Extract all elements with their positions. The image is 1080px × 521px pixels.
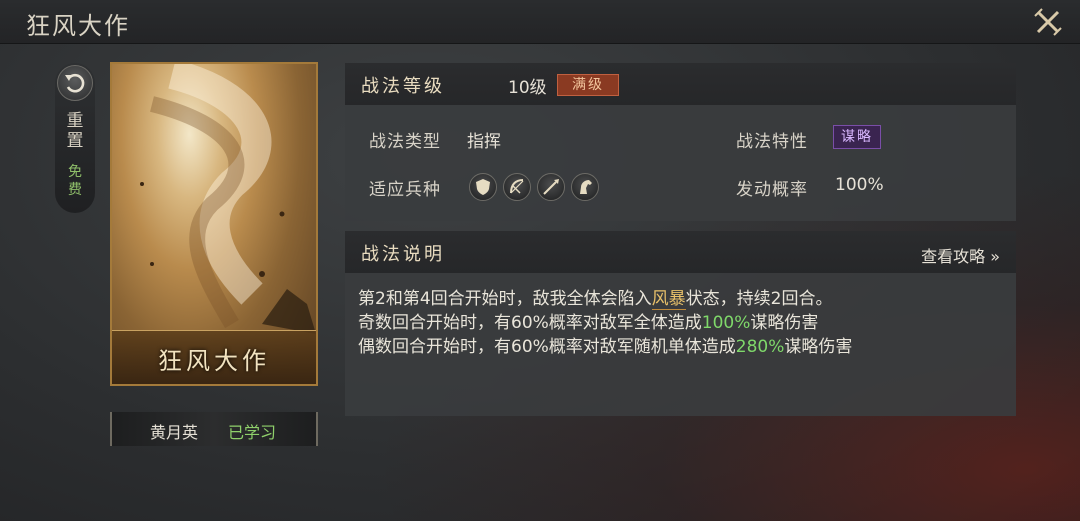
level-value: 10级 [508,78,547,98]
page-title: 狂风大作 [26,12,130,40]
close-icon[interactable] [1030,4,1066,40]
reset-icon [57,65,93,101]
card-illustration [140,64,316,334]
skill-info-panel: 战法等级 10级 满级 战法类型 指挥 战法特性 谋略 适应兵种 发动概率 10… [345,63,1016,221]
view-guide-link[interactable]: 查看攻略 » [921,243,1000,267]
free-label: 免 费 [55,163,95,199]
shield-icon [469,173,497,201]
damage-rate-2: 280% [735,337,785,357]
owner-name: 黄月英 [150,423,199,442]
level-title: 战法等级 [361,76,445,97]
storm-keyword[interactable]: 风暴 [651,289,686,310]
desc-line-1: 第2和第4回合开始时，敌我全体会陷入风暴状态，持续2回合。 [358,287,1008,311]
reset-label-2: 置 [66,131,84,151]
desc-line-1-b: 状态，持续2回合。 [685,289,833,309]
reset-button[interactable]: 重 置 免 费 [55,63,95,213]
free-label-1: 免 [68,164,82,180]
desc-line-2-b: 谋略伤害 [750,313,819,333]
spear-icon [537,173,565,201]
desc-line-3-b: 谋略伤害 [784,337,853,357]
chance-label: 发动概率 [736,180,808,200]
description-text: 第2和第4回合开始时，敌我全体会陷入风暴状态，持续2回合。 奇数回合开始时，有6… [358,287,1008,359]
damage-rate-1: 100% [701,313,751,333]
bow-icon [503,173,531,201]
description-panel: 战法说明 查看攻略 » 第2和第4回合开始时，敌我全体会陷入风暴状态，持续2回合… [345,231,1016,416]
trait-badge: 谋略 [833,125,881,149]
desc-line-3: 偶数回合开始时，有60%概率对敌军随机单体造成280%谋略伤害 [358,335,1008,359]
desc-line-1-a: 第2和第4回合开始时，敌我全体会陷入 [358,289,652,309]
max-level-badge: 满级 [557,74,619,96]
reset-label-1: 重 [66,111,84,131]
chance-value: 100% [835,175,884,195]
level-header: 战法等级 10级 满级 [345,63,1016,105]
card-banner: 狂风大作 [112,330,316,384]
free-label-2: 费 [68,182,82,198]
description-title: 战法说明 [361,244,445,265]
type-label: 战法类型 [369,132,441,152]
trait-label: 战法特性 [736,132,808,152]
type-value: 指挥 [467,132,501,152]
title-bar: 狂风大作 [0,0,1080,44]
desc-line-2: 奇数回合开始时，有60%概率对敌军全体造成100%谋略伤害 [358,311,1008,335]
description-header: 战法说明 查看攻略 » [345,231,1016,273]
learned-status: 已学习 [228,423,277,442]
desc-line-2-a: 奇数回合开始时，有60%概率对敌军全体造成 [358,313,702,333]
desc-line-3-a: 偶数回合开始时，有60%概率对敌军随机单体造成 [358,337,736,357]
troops-label: 适应兵种 [369,180,441,200]
skill-card: 狂风大作 [110,62,318,386]
reset-label: 重 置 [55,111,95,151]
horse-icon [571,173,599,201]
owner-bar: 黄月英 已学习 [110,412,318,446]
card-name: 狂风大作 [158,347,270,375]
